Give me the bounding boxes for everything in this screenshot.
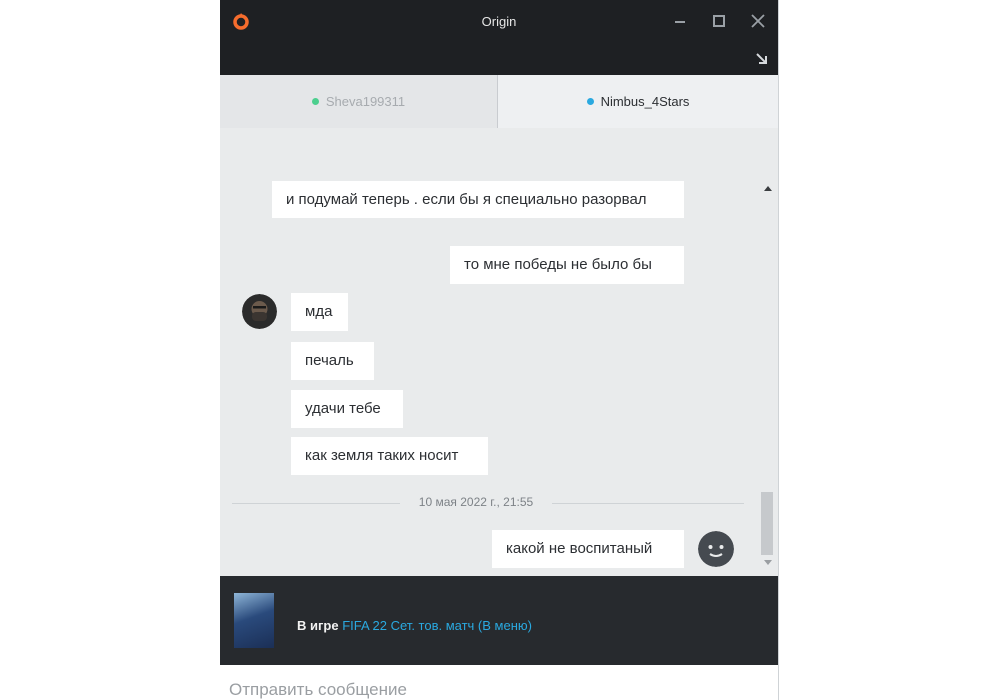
message-bubble-incoming: печаль xyxy=(291,342,374,380)
title-bar: Origin xyxy=(220,0,778,75)
status-label: В игре xyxy=(297,618,339,633)
origin-chat-window: Origin Sheva199311 Nimbus_4Stars и подум… xyxy=(220,0,779,700)
friend-avatar[interactable] xyxy=(242,294,277,329)
popout-button[interactable] xyxy=(753,50,771,68)
maximize-icon xyxy=(713,15,725,27)
friend-status-bar: В игре FIFA 22 Сет. тов. матч (В меню) xyxy=(220,576,778,665)
message-bubble-outgoing: какой не воспитаный xyxy=(492,530,684,568)
game-link[interactable]: FIFA 22 Сет. тов. матч (В меню) xyxy=(342,618,532,633)
close-button[interactable] xyxy=(748,10,768,32)
tab-nimbus-4stars[interactable]: Nimbus_4Stars xyxy=(498,75,778,128)
message-bubble-incoming: удачи тебе xyxy=(291,390,403,428)
popout-arrow-icon xyxy=(756,53,767,64)
minimize-button[interactable] xyxy=(670,10,690,32)
scrollbar-thumb[interactable] xyxy=(761,492,773,555)
online-status-dot xyxy=(586,98,594,105)
window-title: Origin xyxy=(481,14,517,29)
message-input[interactable] xyxy=(229,675,749,700)
tab-label: Nimbus_4Stars xyxy=(600,94,690,109)
message-bubble-outgoing: то мне победы не было бы xyxy=(450,246,684,284)
conversation-tabs: Sheva199311 Nimbus_4Stars xyxy=(220,75,778,129)
maximize-button[interactable] xyxy=(709,10,729,32)
message-bubble-incoming: мда xyxy=(291,293,348,331)
message-list[interactable]: и подумай теперь . если бы я специально … xyxy=(220,128,778,576)
tab-sheva199311[interactable]: Sheva199311 xyxy=(220,75,498,129)
my-avatar-icon[interactable] xyxy=(698,531,734,567)
game-cover-image xyxy=(234,593,274,648)
scroll-up-arrow-icon[interactable] xyxy=(764,186,772,191)
tab-label: Sheva199311 xyxy=(325,94,406,109)
message-input-area xyxy=(220,665,778,700)
minimize-icon xyxy=(675,21,685,23)
close-icon xyxy=(751,14,765,28)
message-bubble-incoming: как земля таких носит xyxy=(291,437,488,475)
timestamp-label: 10 мая 2022 г., 21:55 xyxy=(400,495,552,509)
scroll-down-arrow-icon[interactable] xyxy=(764,560,772,565)
message-bubble-outgoing: и подумай теперь . если бы я специально … xyxy=(272,181,684,218)
game-status: В игре FIFA 22 Сет. тов. матч (В меню) xyxy=(297,618,532,633)
online-status-dot xyxy=(311,98,319,105)
